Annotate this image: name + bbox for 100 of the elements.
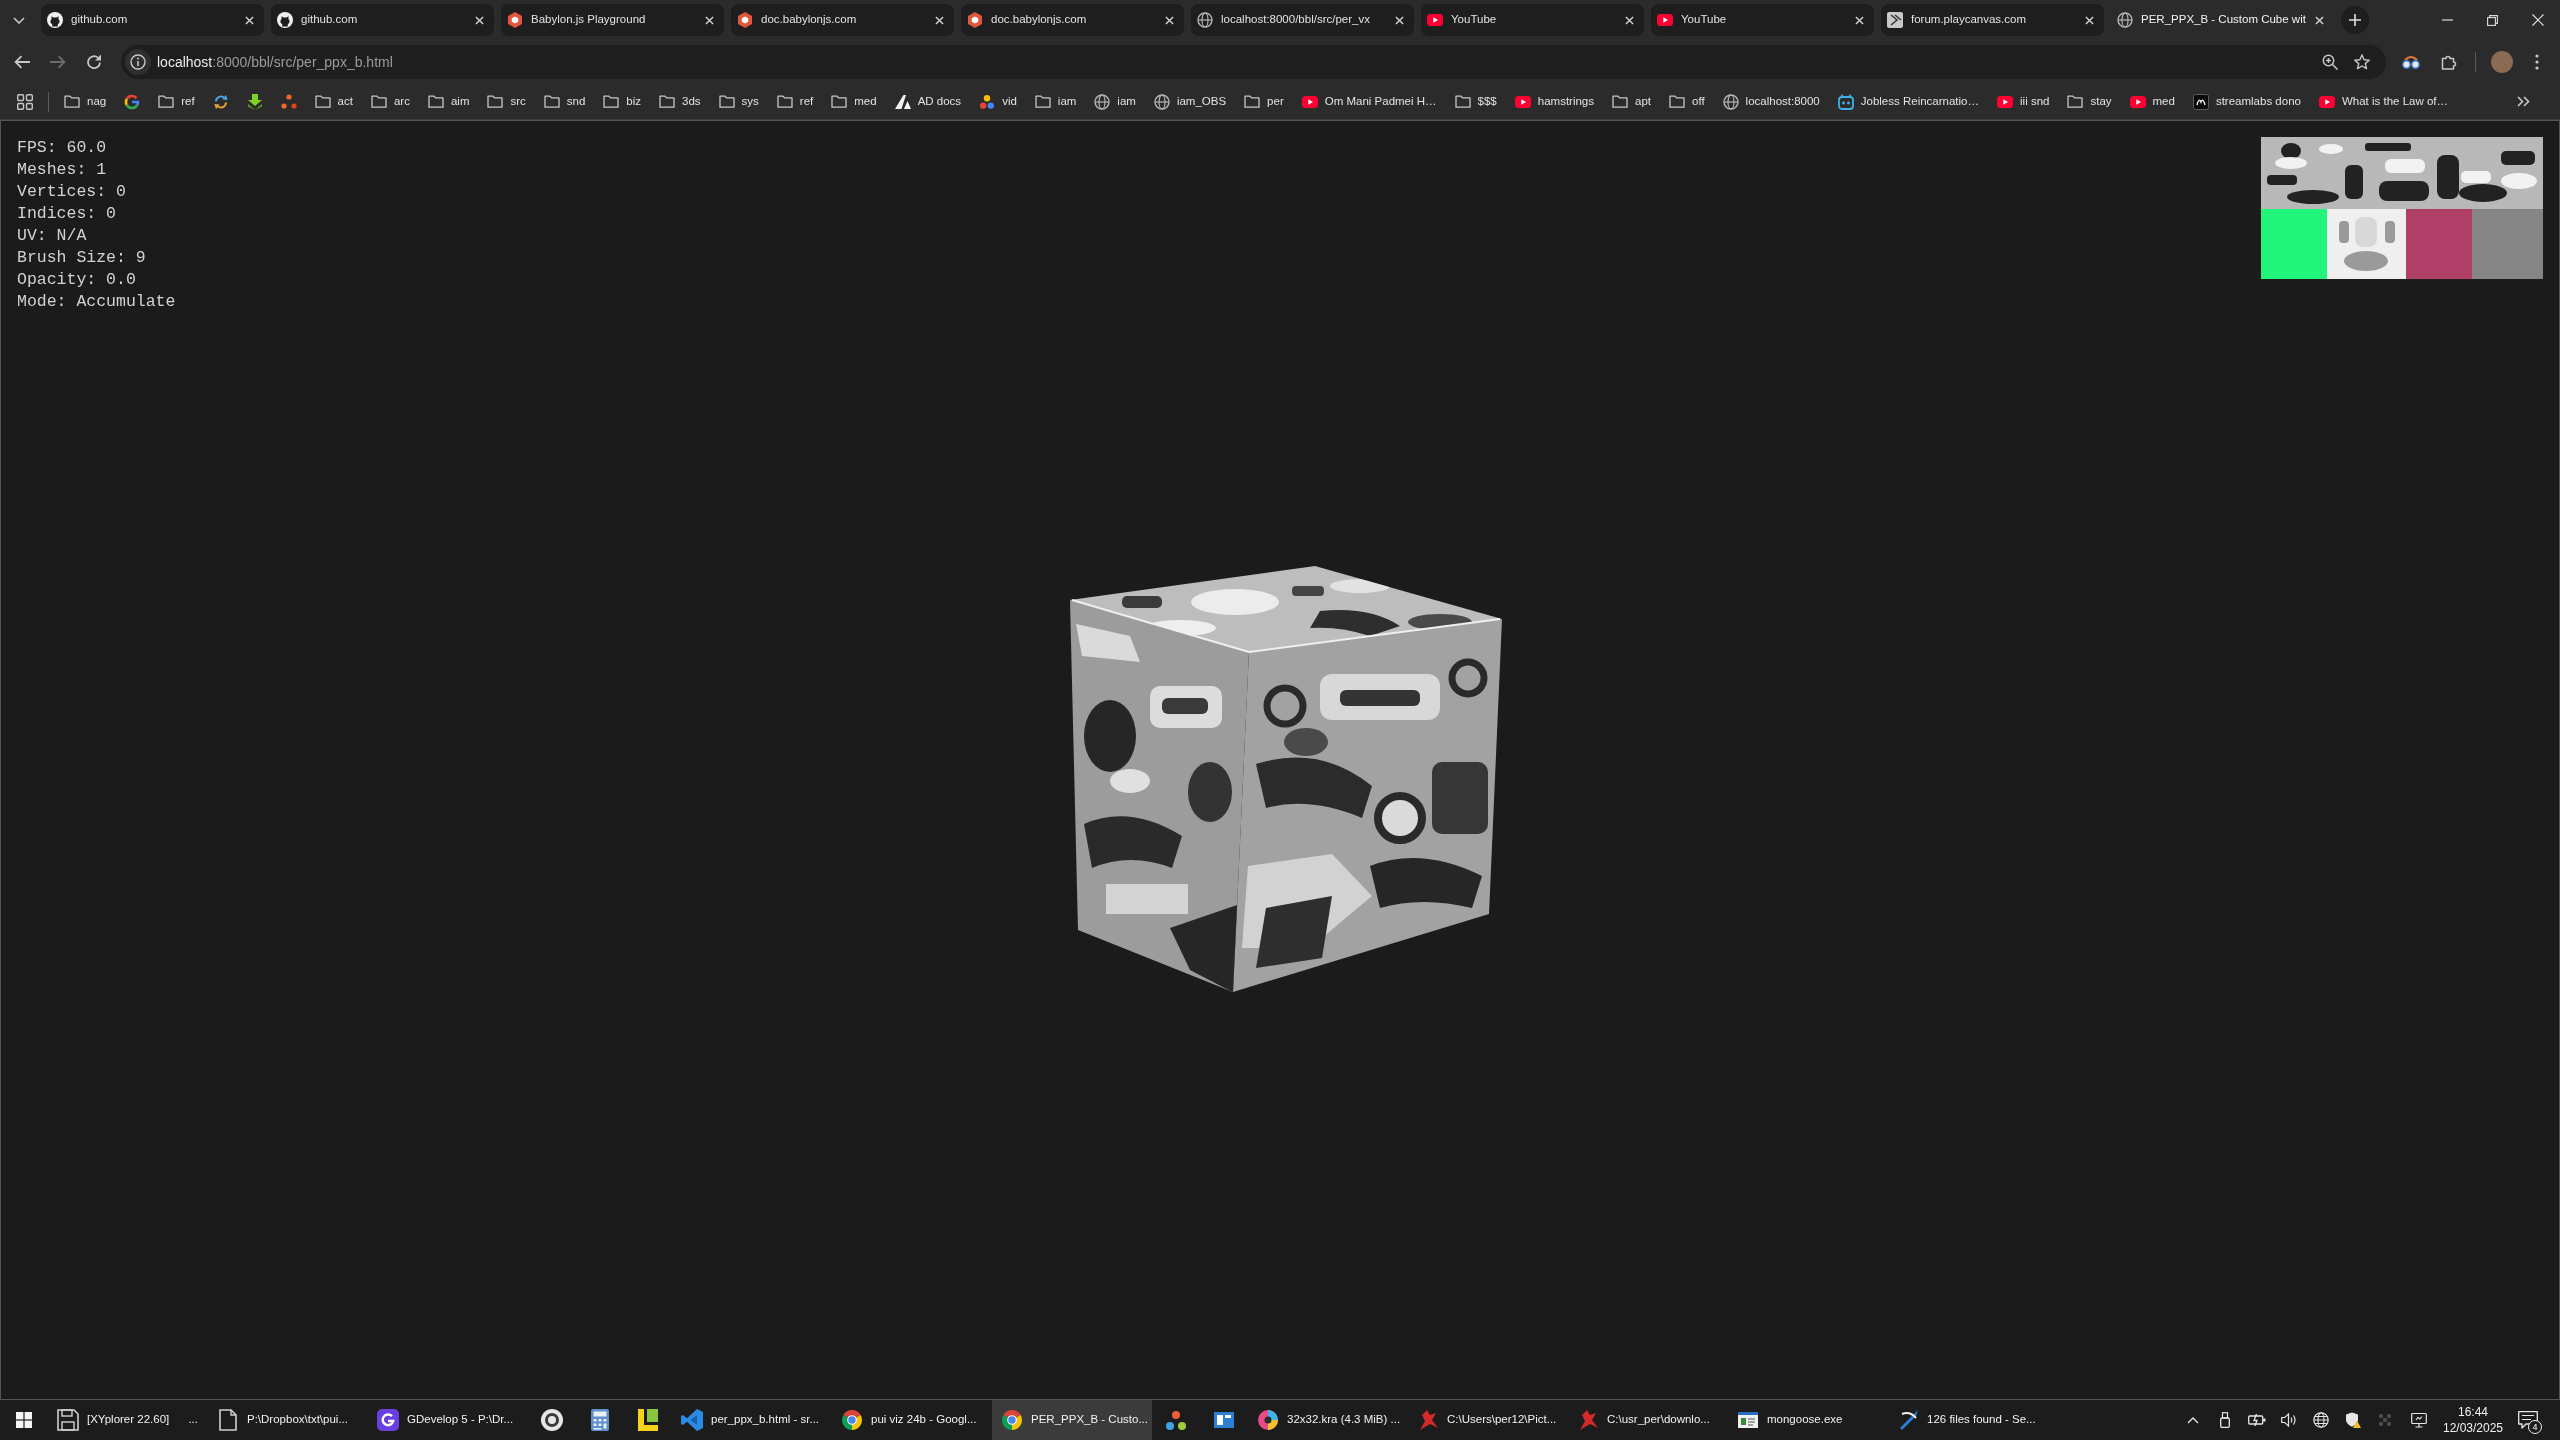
- folder-icon: [543, 95, 560, 108]
- taskbar-button[interactable]: [XYplorer 22.60] ...: [48, 1400, 208, 1440]
- taskbar-button[interactable]: C:\usr_per\downlo...: [1568, 1400, 1728, 1440]
- taskbar-button[interactable]: 32x32.kra (4.3 MiB) ...: [1248, 1400, 1408, 1440]
- close-icon: [2084, 15, 2094, 25]
- taskbar-button[interactable]: 126 files found - Se...: [1888, 1400, 2048, 1440]
- bookmark-link[interactable]: stay: [2058, 87, 2121, 116]
- back-arrow-icon: [14, 55, 30, 69]
- info-icon: [130, 54, 146, 70]
- stats-line: Meshes: 1: [17, 159, 108, 181]
- g-logo-icon: [124, 93, 141, 110]
- site-info-button[interactable]: [125, 49, 151, 75]
- bookmark-link[interactable]: per: [1235, 87, 1293, 116]
- browser-icon: [1001, 1409, 1023, 1431]
- bookmark-link[interactable]: 3ds: [650, 87, 710, 116]
- bookmark-link[interactable]: iam_OBS: [1144, 87, 1236, 116]
- usb-drive-icon: [2220, 1412, 2230, 1428]
- globe-icon: [1094, 93, 1111, 110]
- bookmark-link[interactable]: iii snd: [1988, 87, 2059, 116]
- close-icon: [2531, 14, 2544, 26]
- bookmark-link[interactable]: arc: [361, 87, 419, 116]
- browser-tab[interactable]: doc.babylonjs.com: [731, 4, 954, 36]
- bookmark-link[interactable]: vid: [970, 87, 1026, 116]
- stats-line: Brush Size: 9: [17, 247, 147, 269]
- new-tab-button[interactable]: [2341, 6, 2369, 34]
- bookmark-link[interactable]: Jobless Reincarnatio…: [1828, 87, 1989, 116]
- bookmark-link[interactable]: AD docs: [885, 87, 971, 116]
- dots-icon: [1166, 1410, 1186, 1430]
- globe-icon: [2117, 12, 2133, 28]
- ring-icon: [541, 1409, 563, 1431]
- stats-line: UV: N/A: [17, 225, 88, 247]
- close-icon: [474, 15, 484, 25]
- bookmark-link[interactable]: snd: [534, 87, 595, 116]
- bookmark-link[interactable]: Om Mani Padmei H…: [1292, 87, 1446, 116]
- bookmark-link[interactable]: $$$: [1445, 87, 1506, 116]
- bookmark-link[interactable]: med: [822, 87, 886, 116]
- bookmark-link[interactable]: ref: [149, 87, 204, 116]
- folder-icon: [64, 95, 80, 108]
- taskbar-button[interactable]: mongoose.exe: [1728, 1400, 1888, 1440]
- taskbar-button[interactable]: C:\Users\per12\Pict...: [1408, 1400, 1568, 1440]
- bookmark-link[interactable]: src: [478, 87, 535, 116]
- close-icon: [1624, 15, 1634, 25]
- bookmark-link[interactable]: iam: [1085, 87, 1145, 116]
- notification-button[interactable]: 4: [2510, 1400, 2546, 1440]
- taskbar-button[interactable]: P:\Dropbox\txt\pui...: [208, 1400, 368, 1440]
- taskbar-button[interactable]: pui viz 24b - Googl...: [832, 1400, 992, 1440]
- bookmark-link[interactable]: ref: [767, 87, 823, 116]
- folder-icon: [831, 95, 848, 108]
- folder-icon: [1244, 95, 1261, 108]
- browser-tab[interactable]: doc.babylonjs.com: [961, 4, 1184, 36]
- close-icon: [1854, 15, 1864, 25]
- browser-tab[interactable]: github.com: [41, 4, 264, 36]
- star-icon: [2354, 54, 2370, 70]
- folder-icon: [718, 95, 735, 108]
- bookmark-link[interactable]: aim: [418, 87, 479, 116]
- cat-logo-icon: [277, 12, 293, 28]
- notification-count: 4: [2528, 1420, 2542, 1434]
- browser-tab[interactable]: YouTube: [1651, 4, 1874, 36]
- browser-tab[interactable]: PER_PPX_B - Custom Cube wit: [2111, 4, 2334, 36]
- globe-icon: [2313, 1412, 2329, 1428]
- bookmark-link[interactable]: nag: [55, 87, 116, 116]
- bookmark-link[interactable]: streamlabs dono: [2183, 87, 2310, 116]
- bookmark-link[interactable]: localhost:8000: [1713, 87, 1829, 116]
- browser-tab[interactable]: github.com: [271, 4, 494, 36]
- window-icon: [1214, 1412, 1234, 1428]
- faint-dots-icon: [2378, 1413, 2392, 1427]
- taskbar-button[interactable]: PER_PPX_B - Custo...: [992, 1400, 1152, 1440]
- folder-icon: [1454, 95, 1471, 108]
- folder-icon: [370, 95, 387, 108]
- play-icon: [1657, 14, 1673, 26]
- figure-icon: [1418, 1410, 1438, 1430]
- bookmark-link[interactable]: biz: [594, 87, 651, 116]
- browser-tab[interactable]: forum.playcanvas.com: [1881, 4, 2104, 36]
- browser-tab[interactable]: Babylon.js Playground: [501, 4, 724, 36]
- bookmark-link[interactable]: iam: [1025, 87, 1086, 116]
- folder-icon: [776, 95, 793, 108]
- browser-tab[interactable]: YouTube: [1421, 4, 1644, 36]
- more-menu-icon: [2535, 54, 2539, 70]
- dark-tile-icon: [2192, 93, 2209, 110]
- bookmark-link[interactable]: hamstrings: [1505, 87, 1603, 116]
- globe-icon: [1197, 12, 1213, 28]
- restore-icon: [2487, 14, 2498, 26]
- close-icon: [704, 15, 714, 25]
- bookmark-link[interactable]: off: [1660, 87, 1714, 116]
- bookmark-link[interactable]: act: [305, 87, 362, 116]
- bookmark-link[interactable]: What is the Law of…: [2309, 87, 2458, 116]
- taskbar-button[interactable]: per_ppx_b.html - sr...: [672, 1400, 832, 1440]
- bookmark-link[interactable]: med: [2120, 87, 2184, 116]
- taskbar-button[interactable]: GDevelop 5 - P:\Dr...: [368, 1400, 528, 1440]
- bookmark-link[interactable]: apt: [1603, 87, 1660, 116]
- shield-warning-icon: [2345, 1412, 2361, 1428]
- browser-tab[interactable]: localhost:8000/bbl/src/per_vx: [1191, 4, 1414, 36]
- blocks-icon: [638, 1409, 658, 1431]
- play-icon: [2129, 95, 2146, 108]
- folder-icon: [427, 95, 444, 108]
- address-bar[interactable]: localhost:8000/bbl/src/per_ppx_b.html: [121, 45, 2386, 79]
- close-icon: [2314, 15, 2324, 25]
- clock-button[interactable]: 16:44 12/03/2025: [2438, 1400, 2508, 1440]
- monitor-icon: [2411, 1412, 2427, 1428]
- bookmark-link[interactable]: sys: [709, 87, 768, 116]
